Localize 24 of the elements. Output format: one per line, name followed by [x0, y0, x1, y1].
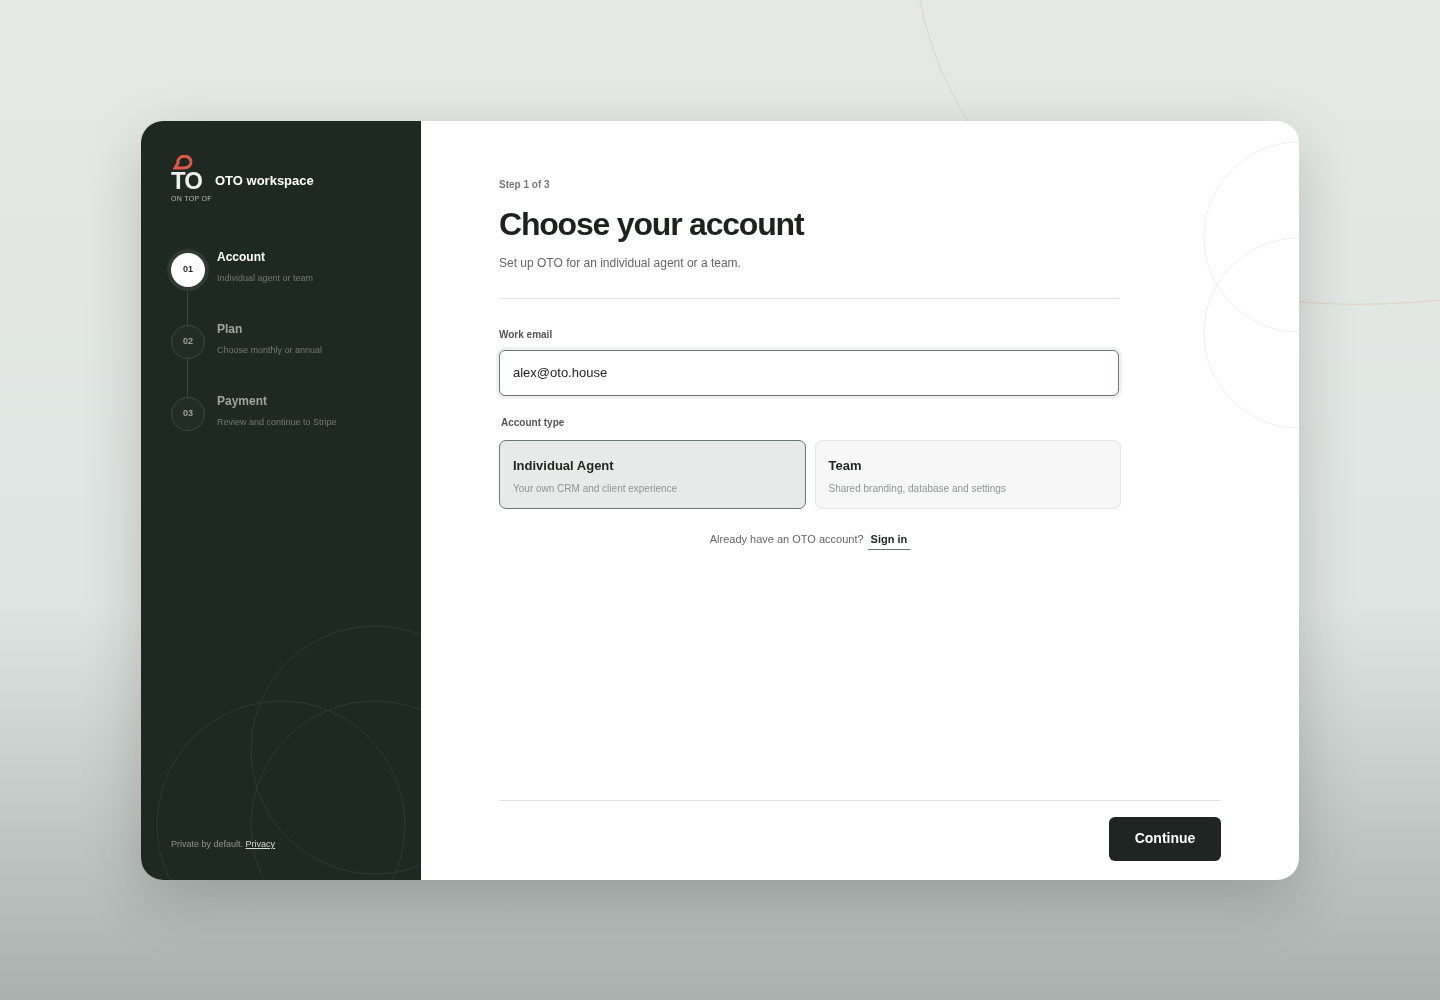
step-description: Choose monthly or annual [217, 343, 323, 357]
step-description: Individual agent or team [217, 271, 314, 285]
field-label: Account type [501, 415, 566, 430]
privacy-note: Private by default. [171, 839, 244, 849]
workspace-title: OTO workspace [215, 171, 314, 190]
signin-prompt: Already have an OTO account? [709, 531, 864, 547]
step-title: Payment [217, 392, 269, 410]
step-description: Review and continue to Stripe [217, 415, 337, 429]
email-input-field[interactable]: alex@oto.house [499, 349, 1119, 396]
field-label: Work email [499, 327, 554, 342]
account-type-option[interactable]: Individual Agent Your own CRM and client experience [499, 439, 806, 509]
privacy-link[interactable]: Privacy [245, 839, 276, 849]
page-heading: Choose your account [499, 204, 805, 244]
continue-button[interactable]: Continue [1109, 816, 1221, 861]
signin-link[interactable]: Sign in [867, 530, 911, 550]
step-number[interactable]: 03 [171, 396, 205, 431]
logo-letters: TO [171, 168, 202, 193]
step-number[interactable]: 02 [171, 324, 205, 359]
step-title: Account [217, 248, 266, 266]
pin-icon [173, 154, 195, 171]
step-indicator: Step 1 of 3 [499, 177, 551, 192]
account-type-option[interactable]: Team Shared branding, database and settings [814, 439, 1121, 509]
page-subheading: Set up OTO for an individual agent or a team. [499, 254, 742, 272]
step-title: Plan [217, 320, 244, 338]
